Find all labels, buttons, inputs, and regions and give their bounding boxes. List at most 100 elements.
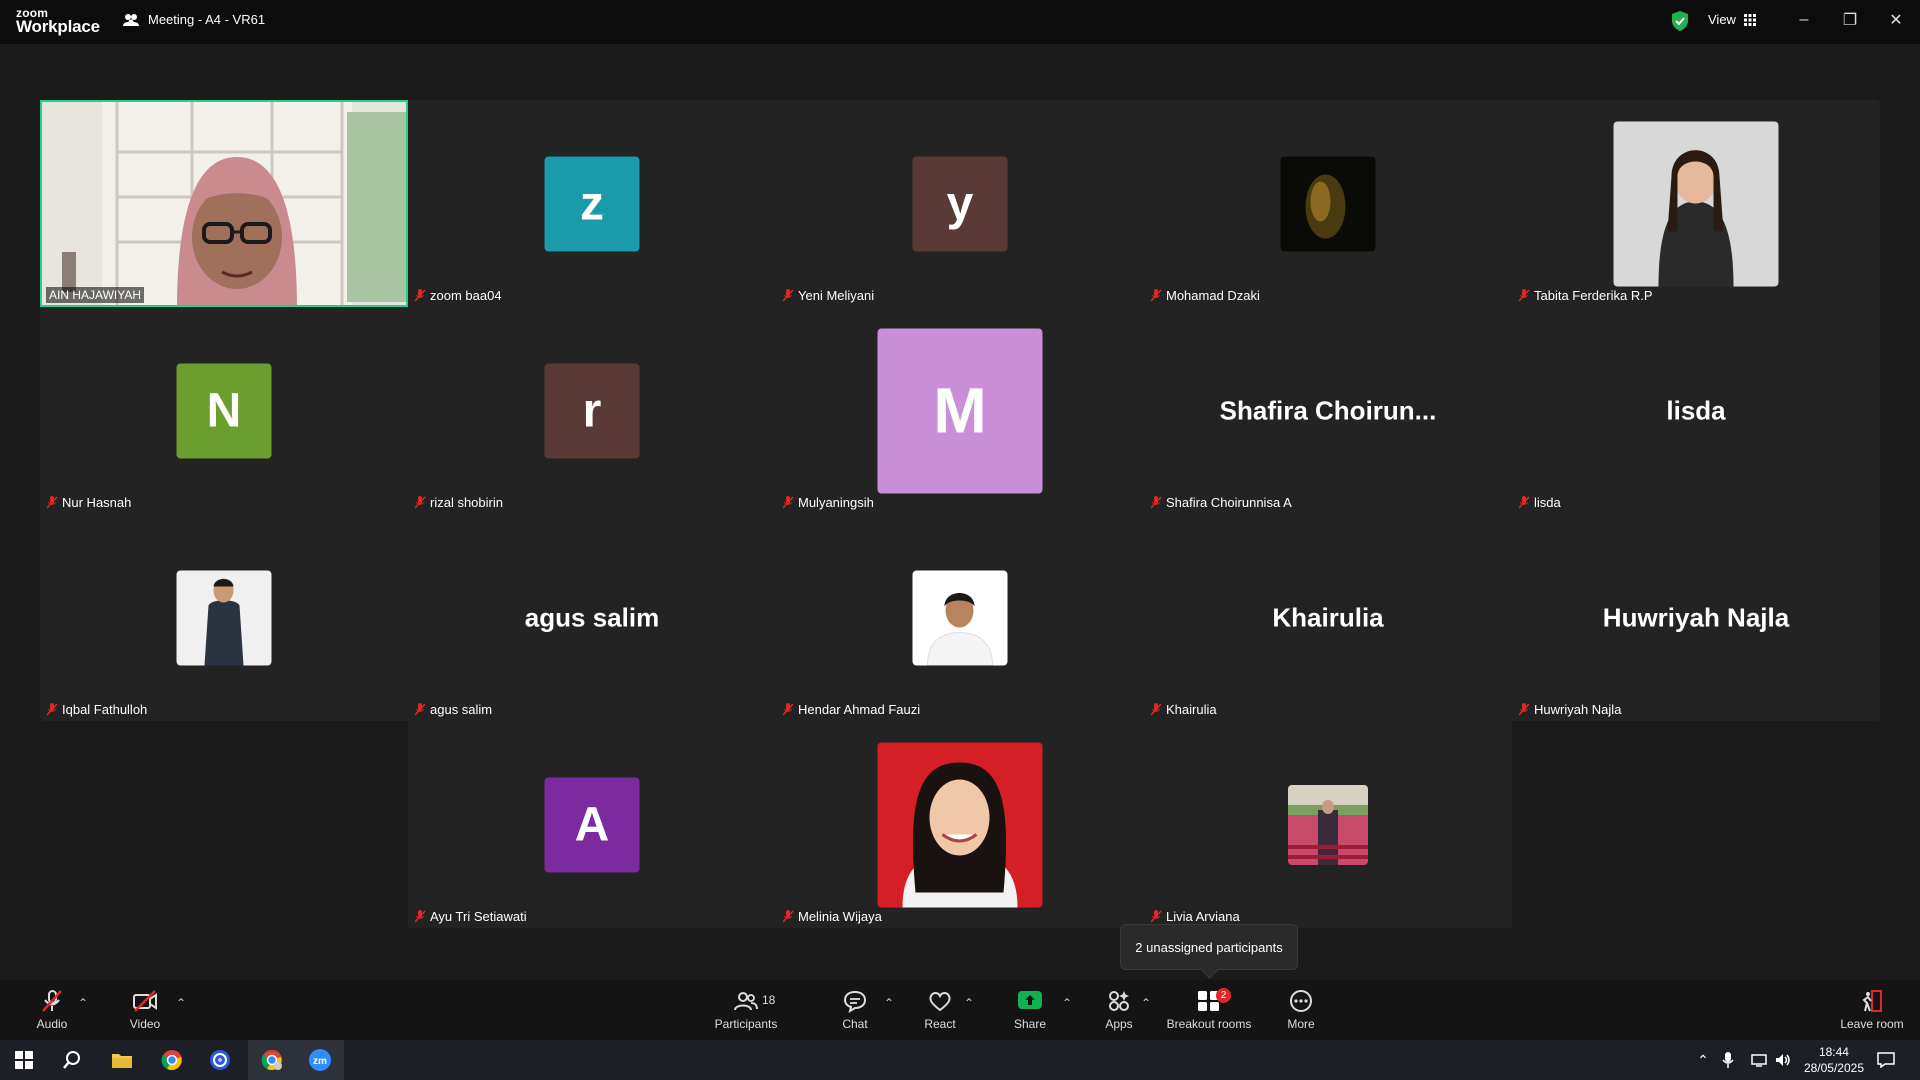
participants-group-icon: [123, 13, 139, 26]
video-options-chevron-icon[interactable]: ⌃: [176, 996, 186, 1010]
mic-muted-icon: [782, 703, 794, 716]
share-button[interactable]: Share: [1005, 980, 1055, 1040]
view-label: View: [1708, 12, 1736, 27]
participant-label: Mohamad Dzaki: [1150, 288, 1260, 303]
participant-label: Melinia Wijaya: [782, 909, 882, 924]
share-options-chevron-icon[interactable]: ⌃: [1062, 996, 1072, 1010]
participants-button[interactable]: Participants: [710, 980, 782, 1040]
apps-button[interactable]: Apps: [1094, 980, 1144, 1040]
avatar-photo: [912, 570, 1008, 665]
participant-tile[interactable]: lisda lisda: [1512, 307, 1880, 514]
breakout-rooms-button[interactable]: Breakout rooms: [1164, 980, 1254, 1040]
participant-name: Mohamad Dzaki: [1166, 288, 1260, 303]
mic-muted-icon: [42, 990, 62, 1012]
participant-tile[interactable]: r rizal shobirin: [408, 307, 776, 514]
audio-button[interactable]: Audio: [26, 980, 78, 1040]
participant-label: Ayu Tri Setiawati: [414, 909, 527, 924]
zoom-app-icon[interactable]: zm: [296, 1040, 344, 1080]
participant-label: Shafira Choirunnisa A: [1150, 495, 1292, 510]
mic-muted-icon: [414, 910, 426, 923]
svg-text:zm: zm: [313, 1056, 327, 1067]
unassigned-participants-tooltip[interactable]: 2 unassigned participants: [1120, 924, 1298, 970]
windows-taskbar: zm ⌃ 18:44 28/05/2025: [0, 1040, 1920, 1080]
participant-tile[interactable]: Tabita Ferderika R.P: [1512, 100, 1880, 307]
participant-tile[interactable]: N Nur Hasnah: [40, 307, 408, 514]
breakout-notification-badge: 2: [1216, 988, 1231, 1003]
mic-muted-icon: [414, 703, 426, 716]
chat-button[interactable]: Chat: [830, 980, 880, 1040]
participant-tile[interactable]: agus salim agus salim: [408, 514, 776, 721]
video-button[interactable]: Video: [120, 980, 170, 1040]
avatar: M: [877, 328, 1043, 493]
mic-muted-icon: [1518, 703, 1530, 716]
participant-label: Nur Hasnah: [46, 495, 131, 510]
participant-tile[interactable]: Iqbal Fathulloh: [40, 514, 408, 721]
avatar: y: [912, 156, 1008, 251]
participant-label: Iqbal Fathulloh: [46, 702, 147, 717]
more-button[interactable]: More: [1276, 980, 1326, 1040]
close-icon[interactable]: ✕: [1878, 8, 1914, 32]
participants-label: Participants: [714, 1017, 778, 1031]
participant-name: zoom baa04: [430, 288, 502, 303]
participant-tile[interactable]: Melinia Wijaya: [776, 721, 1144, 928]
participant-tile-active-speaker[interactable]: AIN HAJAWIYAH: [40, 100, 408, 307]
participant-display-name: Shafira Choirun...: [1219, 395, 1437, 425]
more-icon: [1290, 990, 1312, 1012]
grid-view-icon: [1743, 13, 1756, 26]
title-bar: zoom Workplace Meeting - A4 - VR61 View …: [0, 0, 1920, 44]
logo-line2: Workplace: [16, 17, 100, 36]
mic-muted-icon: [1150, 289, 1162, 302]
encryption-shield-icon[interactable]: [1670, 10, 1690, 32]
leave-room-button[interactable]: Leave room: [1832, 980, 1912, 1040]
microphone-tray-icon[interactable]: [1714, 1040, 1742, 1080]
meeting-title[interactable]: Meeting - A4 - VR61: [122, 12, 265, 27]
react-button[interactable]: React: [915, 980, 965, 1040]
participant-tile[interactable]: Shafira Choirun... Shafira Choirunnisa A: [1144, 307, 1512, 514]
mic-muted-icon: [414, 289, 426, 302]
video-label: Video: [129, 1017, 161, 1031]
apps-options-chevron-icon[interactable]: ⌃: [1141, 996, 1151, 1010]
windows-start-icon[interactable]: [0, 1040, 48, 1080]
avatar: z: [544, 156, 640, 251]
participant-tile[interactable]: Khairulia Khairulia: [1144, 514, 1512, 721]
chat-options-chevron-icon[interactable]: ⌃: [884, 996, 894, 1010]
search-icon[interactable]: [48, 1040, 96, 1080]
browser-app-icon[interactable]: [196, 1040, 244, 1080]
chrome-profile-icon[interactable]: [248, 1040, 296, 1080]
participant-tile[interactable]: z zoom baa04: [408, 100, 776, 307]
participant-tile[interactable]: y Yeni Meliyani: [776, 100, 1144, 307]
participants-icon: [734, 992, 758, 1011]
view-button[interactable]: View: [1708, 12, 1756, 27]
mic-muted-icon: [1518, 496, 1530, 509]
participant-label: Khairulia: [1150, 702, 1217, 717]
zoom-logo: zoom Workplace: [16, 6, 100, 36]
participant-name: lisda: [1534, 495, 1561, 510]
minimize-icon[interactable]: –: [1786, 8, 1822, 32]
volume-icon[interactable]: [1770, 1040, 1796, 1080]
restore-icon[interactable]: ❐: [1832, 8, 1868, 32]
network-icon[interactable]: [1746, 1040, 1772, 1080]
audio-options-chevron-icon[interactable]: ⌃: [78, 996, 88, 1010]
mic-muted-icon: [782, 289, 794, 302]
participant-name: Melinia Wijaya: [798, 909, 882, 924]
chrome-icon[interactable]: [148, 1040, 196, 1080]
participant-name: Iqbal Fathulloh: [62, 702, 148, 717]
audio-label: Audio: [36, 1017, 68, 1031]
heart-icon: [929, 992, 951, 1012]
participant-label: Huwriyah Najla: [1518, 702, 1621, 717]
avatar-photo: [1288, 784, 1368, 865]
system-clock[interactable]: 18:44 28/05/2025: [1804, 1044, 1864, 1076]
participant-tile[interactable]: M Mulyaningsih: [776, 307, 1144, 514]
file-explorer-icon[interactable]: [98, 1040, 146, 1080]
participant-label: Mulyaningsih: [782, 495, 874, 510]
react-options-chevron-icon[interactable]: ⌃: [964, 996, 974, 1010]
share-screen-icon: [1018, 991, 1042, 1009]
participant-tile[interactable]: Mohamad Dzaki: [1144, 100, 1512, 307]
participant-tile[interactable]: A Ayu Tri Setiawati: [408, 721, 776, 928]
participant-tile[interactable]: Hendar Ahmad Fauzi: [776, 514, 1144, 721]
participant-tile[interactable]: Huwriyah Najla Huwriyah Najla: [1512, 514, 1880, 721]
meeting-toolbar: Audio ⌃ Video ⌃ Participants 18 Chat ⌃ R…: [0, 980, 1920, 1040]
notification-icon[interactable]: [1862, 1040, 1910, 1080]
apps-icon: [1109, 991, 1129, 1011]
participant-tile[interactable]: Livia Arviana: [1144, 721, 1512, 928]
